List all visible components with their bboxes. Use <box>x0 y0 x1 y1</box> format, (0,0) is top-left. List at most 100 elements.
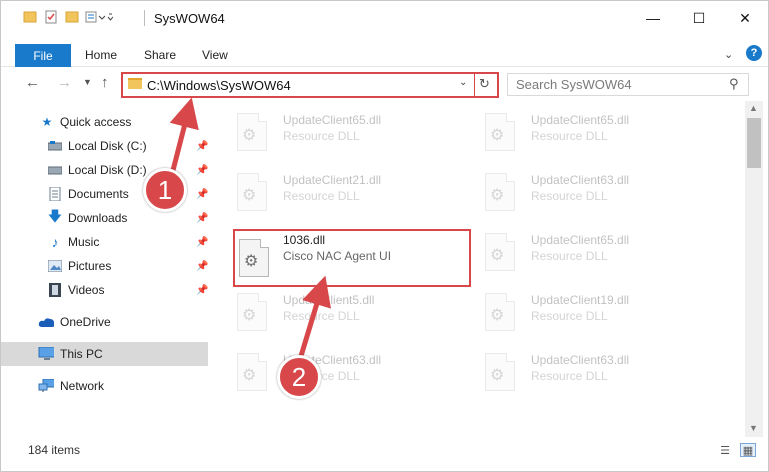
file-item[interactable]: ⚙ UpdateClient63.dll Resource DLL <box>211 345 451 397</box>
file-item[interactable]: ⚙ UpdateClient21.dll Resource DLL <box>211 165 451 217</box>
vertical-scrollbar[interactable]: ▲ ▼ <box>745 101 763 437</box>
cloud-icon <box>38 315 54 329</box>
address-divider <box>474 74 475 96</box>
sidebar-item-label: Downloads <box>68 211 128 225</box>
pin-icon[interactable]: 📌 <box>196 213 208 224</box>
gear-icon: ⚙ <box>242 367 257 384</box>
address-dropdown-icon[interactable]: ⌄ <box>459 77 467 88</box>
close-button[interactable]: ✕ <box>722 1 768 35</box>
recent-locations-icon[interactable]: ▼ <box>83 77 92 87</box>
gear-icon: ⚙ <box>242 187 257 204</box>
sidebar-item-label: This PC <box>60 347 103 361</box>
address-path[interactable]: C:\Windows\SysWOW64 <box>147 78 291 93</box>
sidebar-item-quick-access[interactable]: ★ Quick access <box>1 110 208 134</box>
file-description: Resource DLL <box>531 309 608 323</box>
music-icon: ♪ <box>51 234 59 250</box>
tab-home[interactable]: Home <box>85 48 117 62</box>
file-name: UpdateClient5.dll <box>283 293 375 307</box>
folder-icon <box>128 78 142 89</box>
dll-file-icon: ⚙ <box>485 173 515 211</box>
dll-file-icon: ⚙ <box>485 353 515 391</box>
file-item-highlighted[interactable]: ⚙ 1036.dll Cisco NAC Agent UI <box>233 229 471 287</box>
maximize-button[interactable]: ☐ <box>676 1 722 35</box>
sidebar-item-music[interactable]: ♪ Music 📌 <box>1 230 209 254</box>
gear-icon: ⚙ <box>244 253 259 270</box>
status-bar: 184 items ☰ ▦ <box>1 437 768 471</box>
file-item[interactable]: ⚙ UpdateClient65.dll Resource DLL <box>211 105 451 157</box>
search-box[interactable]: ⚲ <box>507 73 749 96</box>
gear-icon: ⚙ <box>242 307 257 324</box>
sidebar-item-onedrive[interactable]: OneDrive <box>1 310 208 334</box>
scroll-thumb[interactable] <box>747 118 761 168</box>
sidebar-item-label: Local Disk (C:) <box>68 139 147 153</box>
back-arrow-icon[interactable]: ← <box>25 74 40 91</box>
drive-icon <box>47 163 63 177</box>
file-name: UpdateClient65.dll <box>531 233 630 247</box>
tab-file[interactable]: File <box>15 44 71 67</box>
expand-ribbon-icon[interactable]: ⌄ <box>724 48 733 61</box>
minimize-icon: — <box>646 10 660 26</box>
file-name: 1036.dll <box>283 233 326 247</box>
dll-file-icon: ⚙ <box>237 113 267 151</box>
download-icon: 🡇 <box>47 208 63 224</box>
file-description: Resource DLL <box>531 369 608 383</box>
file-item[interactable]: ⚙ UpdateClient19.dll Resource DLL <box>459 285 699 337</box>
file-explorer-window: SysWOW64 — ☐ ✕ File Home Share View ⌄ ? … <box>0 0 769 472</box>
minimize-button[interactable]: — <box>630 1 676 35</box>
pin-icon[interactable]: 📌 <box>196 261 208 272</box>
close-icon: ✕ <box>739 9 751 26</box>
file-name: UpdateClient63.dll <box>531 353 630 367</box>
gear-icon: ⚙ <box>242 127 257 144</box>
refresh-icon[interactable]: ↻ <box>479 76 490 92</box>
new-folder-icon[interactable] <box>65 10 79 24</box>
file-item[interactable]: ⚙ UpdateClient65.dll Resource DLL <box>459 105 699 157</box>
sidebar-item-label: Network <box>60 379 105 393</box>
sidebar-item-pictures[interactable]: Pictures 📌 <box>1 254 208 278</box>
tab-share[interactable]: Share <box>144 48 176 62</box>
gear-icon: ⚙ <box>490 307 505 324</box>
file-description: Resource DLL <box>531 249 608 263</box>
pin-icon[interactable]: 📌 <box>196 141 208 152</box>
sidebar-item-this-pc[interactable]: This PC <box>1 342 208 366</box>
scroll-up-icon[interactable]: ▲ <box>749 103 758 113</box>
dll-file-icon: ⚙ <box>485 233 515 271</box>
sidebar-item-label: Quick access <box>60 115 132 129</box>
search-input[interactable] <box>508 74 718 95</box>
details-view-icon[interactable]: ☰ <box>717 443 733 457</box>
sidebar-item-label: Videos <box>68 283 105 297</box>
file-name: UpdateClient65.dll <box>531 113 630 127</box>
file-description: Resource DLL <box>283 309 360 323</box>
properties-icon[interactable] <box>44 10 58 24</box>
sidebar-item-downloads[interactable]: 🡇 Downloads 📌 <box>1 206 209 230</box>
forward-arrow-icon[interactable]: → <box>57 74 72 91</box>
help-icon[interactable]: ? <box>746 45 762 61</box>
pin-icon[interactable]: 📌 <box>196 237 208 248</box>
pin-icon[interactable]: 📌 <box>196 165 208 176</box>
sidebar-item-videos[interactable]: Videos 📌 <box>1 278 208 302</box>
sidebar-item-local-disk-c[interactable]: Local Disk (C:) 📌 <box>1 134 208 158</box>
sidebar-item-network[interactable]: Network <box>1 374 208 398</box>
pin-icon[interactable]: 📌 <box>196 285 208 296</box>
file-item[interactable]: ⚙ UpdateClient63.dll Resource DLL <box>459 165 699 217</box>
file-item[interactable]: ⚙ UpdateClient63.dll Resource DLL <box>459 345 699 397</box>
dll-file-icon: ⚙ <box>239 239 269 277</box>
file-item[interactable]: ⚙ UpdateClient5.dll Resource DLL <box>211 285 451 337</box>
file-name: UpdateClient19.dll <box>531 293 630 307</box>
tab-view[interactable]: View <box>202 48 228 62</box>
dll-file-icon: ⚙ <box>485 293 515 331</box>
gear-icon: ⚙ <box>490 127 505 144</box>
gear-icon: ⚙ <box>490 247 505 264</box>
documents-icon <box>47 187 63 201</box>
item-count: 184 items <box>28 443 81 457</box>
file-item[interactable]: ⚙ UpdateClient65.dll Resource DLL <box>459 225 699 277</box>
address-bar[interactable]: C:\Windows\SysWOW64 ⌄ ↻ <box>121 72 499 98</box>
scroll-down-icon[interactable]: ▼ <box>749 423 758 433</box>
up-arrow-icon[interactable]: ↑ <box>101 74 109 91</box>
pin-icon[interactable]: 📌 <box>196 189 208 200</box>
search-icon[interactable]: ⚲ <box>729 76 739 92</box>
step-1-badge: 1 <box>143 168 187 212</box>
pictures-icon <box>47 259 63 273</box>
sidebar-item-label: Pictures <box>68 259 112 273</box>
customize-toolbar-icon[interactable] <box>85 10 113 24</box>
tiles-view-icon[interactable]: ▦ <box>740 443 756 457</box>
